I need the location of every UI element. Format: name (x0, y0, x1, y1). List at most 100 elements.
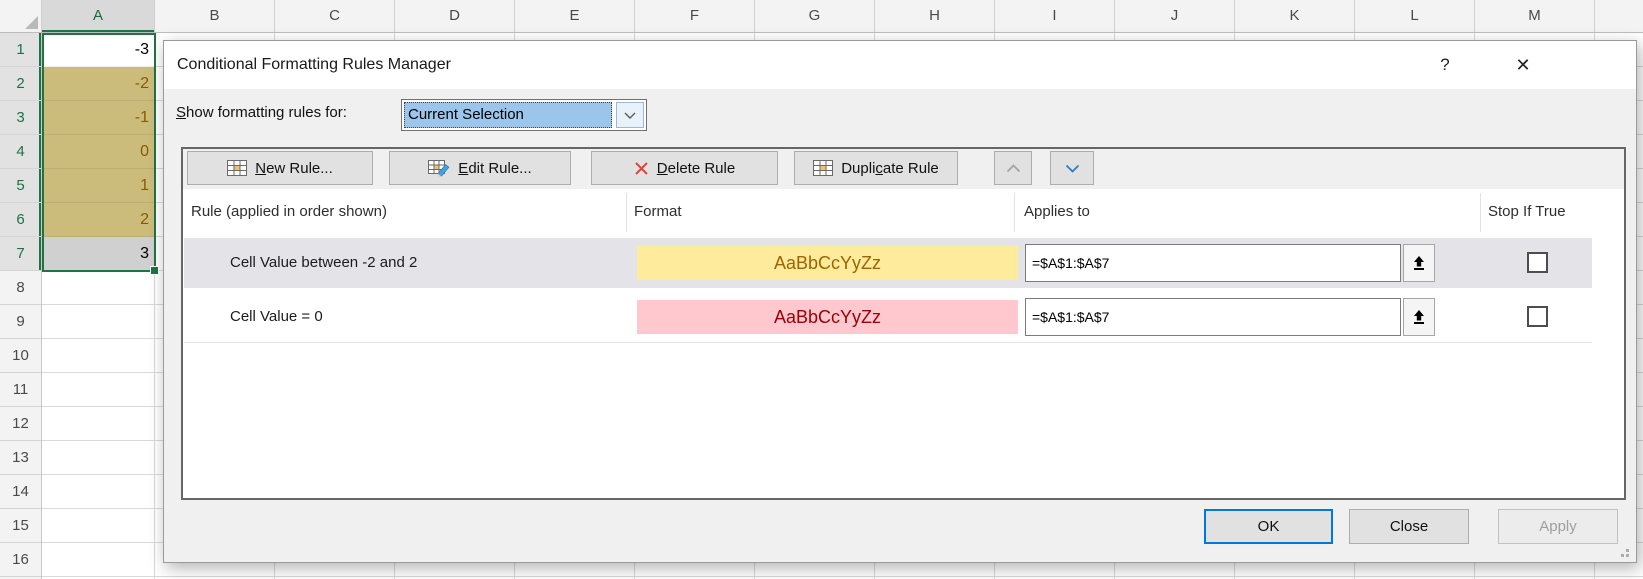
row-header-4[interactable]: 4 (0, 135, 41, 169)
cell-A4[interactable]: 0 (42, 135, 155, 169)
column-header-J[interactable]: J (1115, 0, 1235, 32)
row-header-15[interactable]: 15 (0, 509, 41, 543)
edit-rule-label: Edit Rule... (458, 160, 531, 177)
move-down-button[interactable] (1050, 151, 1094, 185)
header-applies-to: Applies to (1024, 189, 1090, 235)
range-picker-button[interactable] (1403, 244, 1435, 282)
rule-name: Cell Value between -2 and 2 (230, 238, 417, 288)
rule-row-selected[interactable]: Cell Value between -2 and 2 AaBbCcYyZz (184, 238, 1592, 288)
cell-A6[interactable]: 2 (42, 203, 155, 237)
chevron-down-icon (1065, 160, 1080, 177)
dialog-body: Show formatting rules for: Current Selec… (164, 89, 1636, 562)
edit-rule-button[interactable]: Edit Rule... (389, 151, 571, 185)
row-header-12[interactable]: 12 (0, 407, 41, 441)
table-grid-icon (813, 160, 833, 176)
header-rule: Rule (applied in order shown) (191, 189, 387, 235)
row-header-11[interactable]: 11 (0, 373, 41, 407)
cell-A3[interactable]: -1 (42, 101, 155, 135)
column-header-C[interactable]: C (275, 0, 395, 32)
select-all-triangle-icon (25, 16, 38, 29)
dialog-titlebar[interactable]: Conditional Formatting Rules Manager ? ✕ (164, 41, 1636, 89)
column-header-row: A B C D E F G H I J K L M (0, 0, 1643, 33)
format-sample: AaBbCcYyZz (637, 300, 1018, 334)
column-divider (1480, 193, 1481, 232)
row-header-column: 1 2 3 4 5 6 7 8 9 10 11 12 13 14 15 16 (0, 33, 42, 579)
help-button[interactable]: ? (1428, 41, 1462, 89)
show-rules-label: Show formatting rules for: (176, 104, 347, 121)
stop-if-true-checkbox[interactable] (1527, 252, 1548, 273)
column-header-K[interactable]: K (1235, 0, 1355, 32)
column-header-partial[interactable] (1595, 0, 1643, 32)
row-header-6[interactable]: 6 (0, 203, 41, 237)
row-header-16[interactable]: 16 (0, 543, 41, 577)
collapse-dialog-arrow-icon (1412, 255, 1426, 271)
applies-to-input[interactable] (1025, 244, 1401, 282)
row-header-9[interactable]: 9 (0, 305, 41, 339)
delete-rule-button[interactable]: Delete Rule (591, 151, 778, 185)
row-header-3[interactable]: 3 (0, 101, 41, 135)
column-header-M[interactable]: M (1475, 0, 1595, 32)
column-header-F[interactable]: F (635, 0, 755, 32)
stop-if-true-checkbox[interactable] (1527, 306, 1548, 327)
select-all-corner[interactable] (0, 0, 42, 32)
row-header-8[interactable]: 8 (0, 271, 41, 305)
rules-list-box: New Rule... Edit Rule... Delete Rule (181, 147, 1626, 500)
applies-to-field (1025, 298, 1435, 336)
header-format: Format (634, 189, 682, 235)
dialog-title: Conditional Formatting Rules Manager (177, 41, 451, 89)
applies-to-field (1025, 244, 1435, 282)
column-header-D[interactable]: D (395, 0, 515, 32)
table-grid-pencil-icon (428, 160, 450, 177)
column-header-B[interactable]: B (155, 0, 275, 32)
column-header-H[interactable]: H (875, 0, 995, 32)
move-up-button[interactable] (994, 151, 1032, 185)
new-rule-label: New Rule... (255, 160, 333, 177)
scope-dropdown[interactable]: Current Selection (401, 99, 647, 131)
header-stop-if-true: Stop If True (1488, 189, 1566, 235)
chevron-down-icon[interactable] (616, 102, 644, 128)
delete-rule-label: Delete Rule (657, 160, 735, 177)
apply-button[interactable]: Apply (1498, 509, 1618, 544)
column-divider (626, 193, 627, 232)
row-header-14[interactable]: 14 (0, 475, 41, 509)
range-picker-button[interactable] (1403, 298, 1435, 336)
rules-toolbar: New Rule... Edit Rule... Delete Rule (183, 149, 1624, 189)
rule-name: Cell Value = 0 (230, 292, 323, 342)
column-header-G[interactable]: G (755, 0, 875, 32)
ok-button[interactable]: OK (1204, 509, 1333, 544)
close-icon[interactable]: ✕ (1506, 41, 1540, 89)
row-header-13[interactable]: 13 (0, 441, 41, 475)
scope-dropdown-value: Current Selection (404, 102, 612, 128)
red-x-icon (634, 161, 649, 176)
chevron-up-icon (1006, 160, 1021, 177)
cf-rules-manager-dialog: Conditional Formatting Rules Manager ? ✕… (163, 40, 1637, 563)
column-header-A[interactable]: A (42, 0, 155, 32)
column-A-cells: -3 -2 -1 0 1 2 3 (42, 33, 155, 271)
row-header-1[interactable]: 1 (0, 33, 41, 67)
column-header-I[interactable]: I (995, 0, 1115, 32)
close-button[interactable]: Close (1349, 509, 1469, 544)
rules-table-header: Rule (applied in order shown) Format App… (183, 189, 1624, 238)
format-sample: AaBbCcYyZz (637, 246, 1018, 280)
rule-row[interactable]: Cell Value = 0 AaBbCcYyZz (184, 292, 1592, 343)
duplicate-rule-label: Duplicate Rule (841, 160, 939, 177)
table-grid-icon (227, 160, 247, 176)
row-header-10[interactable]: 10 (0, 339, 41, 373)
duplicate-rule-button[interactable]: Duplicate Rule (794, 151, 958, 185)
cell-A7[interactable]: 3 (42, 237, 155, 271)
cell-A5[interactable]: 1 (42, 169, 155, 203)
resize-grip[interactable] (1617, 545, 1629, 557)
collapse-dialog-arrow-icon (1412, 309, 1426, 325)
row-header-5[interactable]: 5 (0, 169, 41, 203)
applies-to-input[interactable] (1025, 298, 1401, 336)
column-header-L[interactable]: L (1355, 0, 1475, 32)
column-divider (1014, 193, 1015, 232)
column-header-E[interactable]: E (515, 0, 635, 32)
new-rule-button[interactable]: New Rule... (187, 151, 373, 185)
cell-A1[interactable]: -3 (42, 33, 155, 67)
show-rules-label-accel: S (176, 104, 186, 121)
row-header-2[interactable]: 2 (0, 67, 41, 101)
row-header-7[interactable]: 7 (0, 237, 41, 271)
cell-A2[interactable]: -2 (42, 67, 155, 101)
show-rules-label-rest: how formatting rules for: (186, 104, 347, 121)
